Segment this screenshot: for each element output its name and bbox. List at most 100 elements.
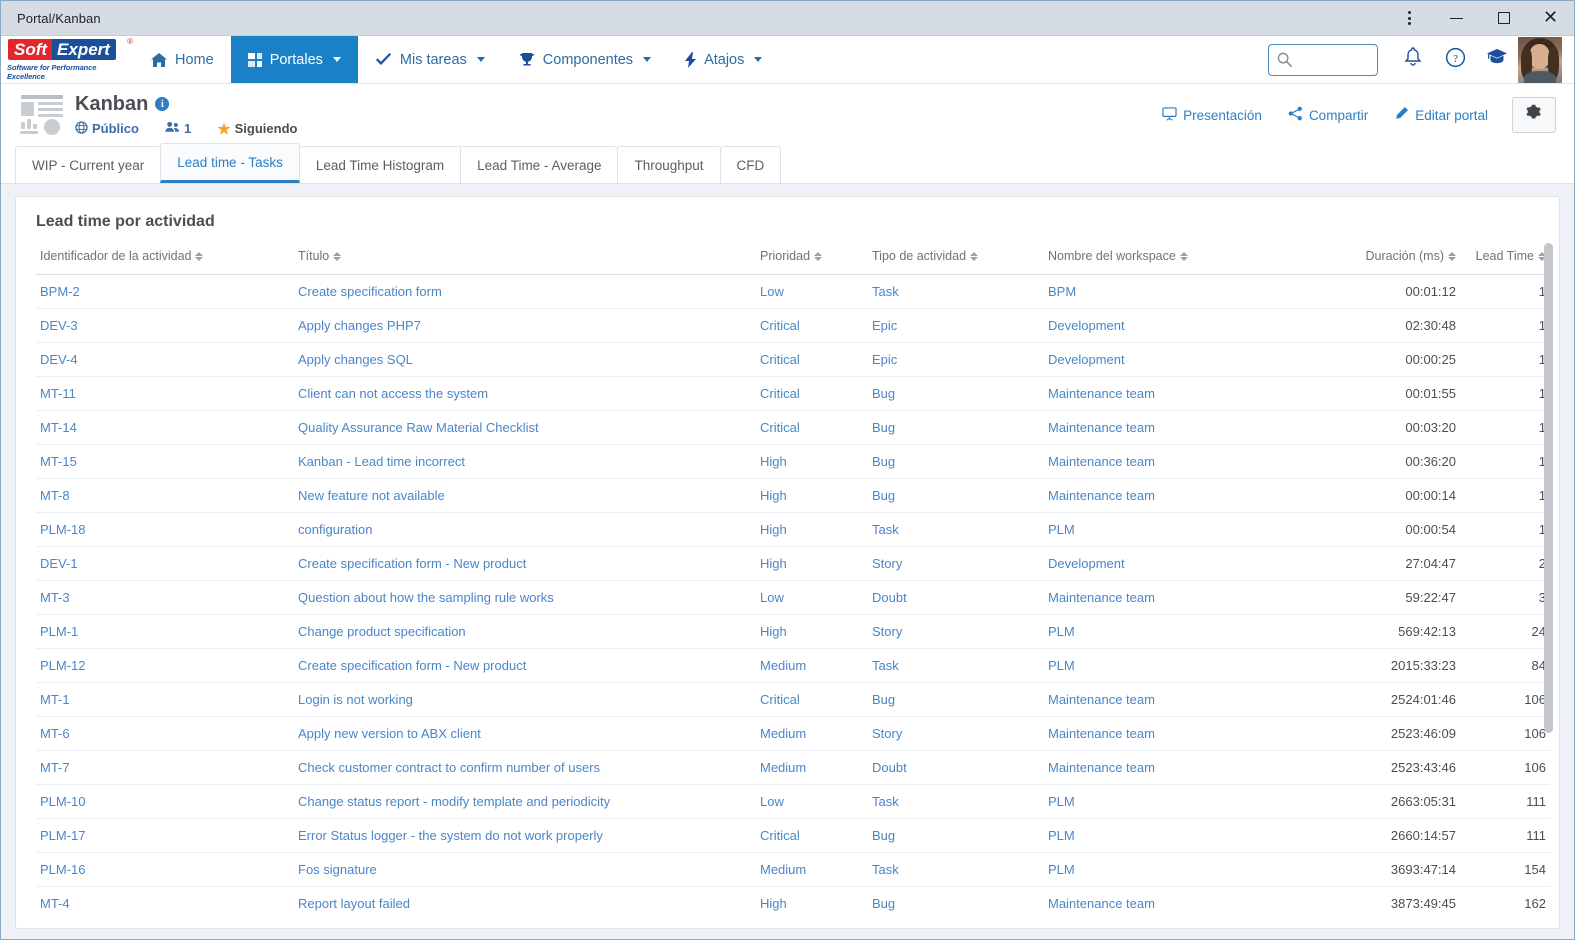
cell-priority-link[interactable]: Medium [760, 862, 806, 877]
cell-title[interactable]: Change status report - modify template a… [294, 784, 756, 819]
cell-title[interactable]: Login is not working [294, 682, 756, 717]
cell-workspace-link[interactable]: Maintenance team [1048, 386, 1155, 401]
cell-activity-type[interactable]: Story [868, 614, 1044, 649]
cell-workspace-link[interactable]: Maintenance team [1048, 726, 1155, 741]
cell-activity-id[interactable]: MT-3 [36, 580, 294, 615]
cell-activity-id-link[interactable]: DEV-1 [40, 556, 78, 571]
cell-activity-id-link[interactable]: MT-11 [40, 386, 76, 401]
cell-priority[interactable]: High [756, 478, 868, 513]
cell-title[interactable]: Change product specification [294, 614, 756, 649]
cell-title[interactable]: Question about how the sampling rule wor… [294, 580, 756, 615]
cell-priority-link[interactable]: Critical [760, 420, 800, 435]
cell-workspace[interactable]: Development [1044, 342, 1304, 377]
cell-priority-link[interactable]: Critical [760, 692, 800, 707]
cell-workspace[interactable]: Maintenance team [1044, 750, 1304, 785]
cell-title-link[interactable]: Client can not access the system [298, 386, 488, 401]
cell-workspace-link[interactable]: PLM [1048, 862, 1075, 877]
cell-activity-type-link[interactable]: Bug [872, 420, 895, 435]
cell-activity-id-link[interactable]: PLM-1 [40, 624, 78, 639]
cell-activity-type-link[interactable]: Story [872, 556, 902, 571]
cell-activity-type-link[interactable]: Bug [872, 454, 895, 469]
cell-priority[interactable]: Medium [756, 648, 868, 683]
column-header-priority[interactable]: Prioridad [756, 245, 868, 275]
cell-priority[interactable]: Critical [756, 818, 868, 853]
window-close-button[interactable]: ✕ [1527, 1, 1574, 35]
scrollbar-thumb[interactable] [1544, 243, 1553, 733]
cell-activity-id[interactable]: MT-11 [36, 376, 294, 411]
tab-lead-time-tasks[interactable]: Lead time - Tasks [160, 143, 300, 183]
column-header-activity-type[interactable]: Tipo de actividad [868, 245, 1044, 275]
cell-activity-type[interactable]: Bug [868, 818, 1044, 853]
nav-item-home[interactable]: Home [134, 36, 231, 83]
cell-workspace[interactable]: Maintenance team [1044, 444, 1304, 479]
cell-title[interactable]: Apply changes SQL [294, 342, 756, 377]
tab-throughput[interactable]: Throughput [617, 146, 721, 183]
cell-priority-link[interactable]: Critical [760, 828, 800, 843]
cell-workspace-link[interactable]: Maintenance team [1048, 454, 1155, 469]
table-row[interactable]: BPM-2 Create specification form Low Task BPM… [36, 274, 1550, 309]
table-row[interactable]: MT-14 Quality Assurance Raw Material Chec… [36, 410, 1550, 445]
cell-activity-type-link[interactable]: Task [872, 862, 899, 877]
nav-item-portales[interactable]: Portales [230, 36, 358, 83]
cell-title-link[interactable]: Error Status logger - the system do not … [298, 828, 603, 843]
cell-title-link[interactable]: Create specification form [298, 284, 442, 299]
cell-workspace-link[interactable]: PLM [1048, 794, 1075, 809]
cell-title[interactable]: Kanban - Lead time incorrect [294, 444, 756, 479]
cell-title-link[interactable]: Question about how the sampling rule wor… [298, 590, 554, 605]
table-row[interactable]: MT-3 Question about how the sampling rule… [36, 580, 1550, 615]
cell-title[interactable]: Create specification form [294, 274, 756, 309]
cell-activity-type[interactable]: Epic [868, 308, 1044, 343]
cell-workspace-link[interactable]: Maintenance team [1048, 420, 1155, 435]
cell-workspace-link[interactable]: Maintenance team [1048, 760, 1155, 775]
cell-activity-id[interactable]: PLM-10 [36, 784, 294, 819]
cell-title-link[interactable]: Kanban - Lead time incorrect [298, 454, 465, 469]
cell-workspace[interactable]: Maintenance team [1044, 682, 1304, 717]
cell-activity-id[interactable]: DEV-1 [36, 546, 294, 581]
cell-activity-id[interactable]: MT-15 [36, 444, 294, 479]
cell-title-link[interactable]: New feature not available [298, 488, 445, 503]
cell-title[interactable]: Error Status logger - the system do not … [294, 818, 756, 853]
cell-activity-id[interactable]: DEV-4 [36, 342, 294, 377]
cell-workspace[interactable]: PLM [1044, 784, 1304, 819]
table-row[interactable]: PLM-18 configuration High Task PLM 00:00:54 1 [36, 512, 1550, 547]
cell-activity-type[interactable]: Task [868, 784, 1044, 819]
cell-activity-type-link[interactable]: Epic [872, 352, 897, 367]
cell-priority-link[interactable]: Low [760, 794, 784, 809]
cell-workspace-link[interactable]: PLM [1048, 624, 1075, 639]
cell-activity-id-link[interactable]: PLM-12 [40, 658, 86, 673]
cell-title-link[interactable]: Create specification form - New product [298, 556, 526, 571]
cell-activity-id-link[interactable]: DEV-3 [40, 318, 78, 333]
cell-activity-id-link[interactable]: MT-8 [40, 488, 70, 503]
academy-button[interactable] [1476, 36, 1518, 84]
cell-title-link[interactable]: Change product specification [298, 624, 466, 639]
table-row[interactable]: DEV-3 Apply changes PHP7 Critical Epic Devel… [36, 308, 1550, 343]
cell-priority[interactable]: High [756, 546, 868, 581]
cell-activity-id-link[interactable]: MT-7 [40, 760, 70, 775]
cell-workspace-link[interactable]: Development [1048, 556, 1125, 571]
cell-workspace-link[interactable]: BPM [1048, 284, 1076, 299]
table-row[interactable]: MT-15 Kanban - Lead time incorrect High Bug… [36, 444, 1550, 479]
notifications-button[interactable] [1392, 36, 1434, 84]
cell-activity-type-link[interactable]: Doubt [872, 760, 907, 775]
cell-priority-link[interactable]: Medium [760, 726, 806, 741]
tab-cfd[interactable]: CFD [719, 146, 782, 183]
cell-activity-type-link[interactable]: Bug [872, 386, 895, 401]
cell-title-link[interactable]: Login is not working [298, 692, 413, 707]
cell-workspace-link[interactable]: Maintenance team [1048, 896, 1155, 911]
cell-activity-id-link[interactable]: PLM-17 [40, 828, 86, 843]
cell-activity-id[interactable]: PLM-16 [36, 852, 294, 887]
column-header-lead-time[interactable]: Lead Time [1460, 245, 1550, 275]
column-header-duration[interactable]: Duración (ms) [1304, 245, 1460, 275]
cell-activity-type-link[interactable]: Story [872, 624, 902, 639]
cell-activity-type-link[interactable]: Task [872, 794, 899, 809]
cell-workspace-link[interactable]: PLM [1048, 828, 1075, 843]
cell-priority-link[interactable]: Medium [760, 760, 806, 775]
table-row[interactable]: MT-8 New feature not available High Bug Main… [36, 478, 1550, 513]
tab-lead-time-average[interactable]: Lead Time - Average [460, 146, 619, 183]
cell-priority-link[interactable]: High [760, 488, 787, 503]
table-row[interactable]: PLM-12 Create specification form - New pr… [36, 648, 1550, 683]
cell-priority-link[interactable]: Low [760, 590, 784, 605]
cell-activity-id-link[interactable]: DEV-4 [40, 352, 78, 367]
cell-workspace[interactable]: Maintenance team [1044, 478, 1304, 513]
cell-priority[interactable]: High [756, 512, 868, 547]
